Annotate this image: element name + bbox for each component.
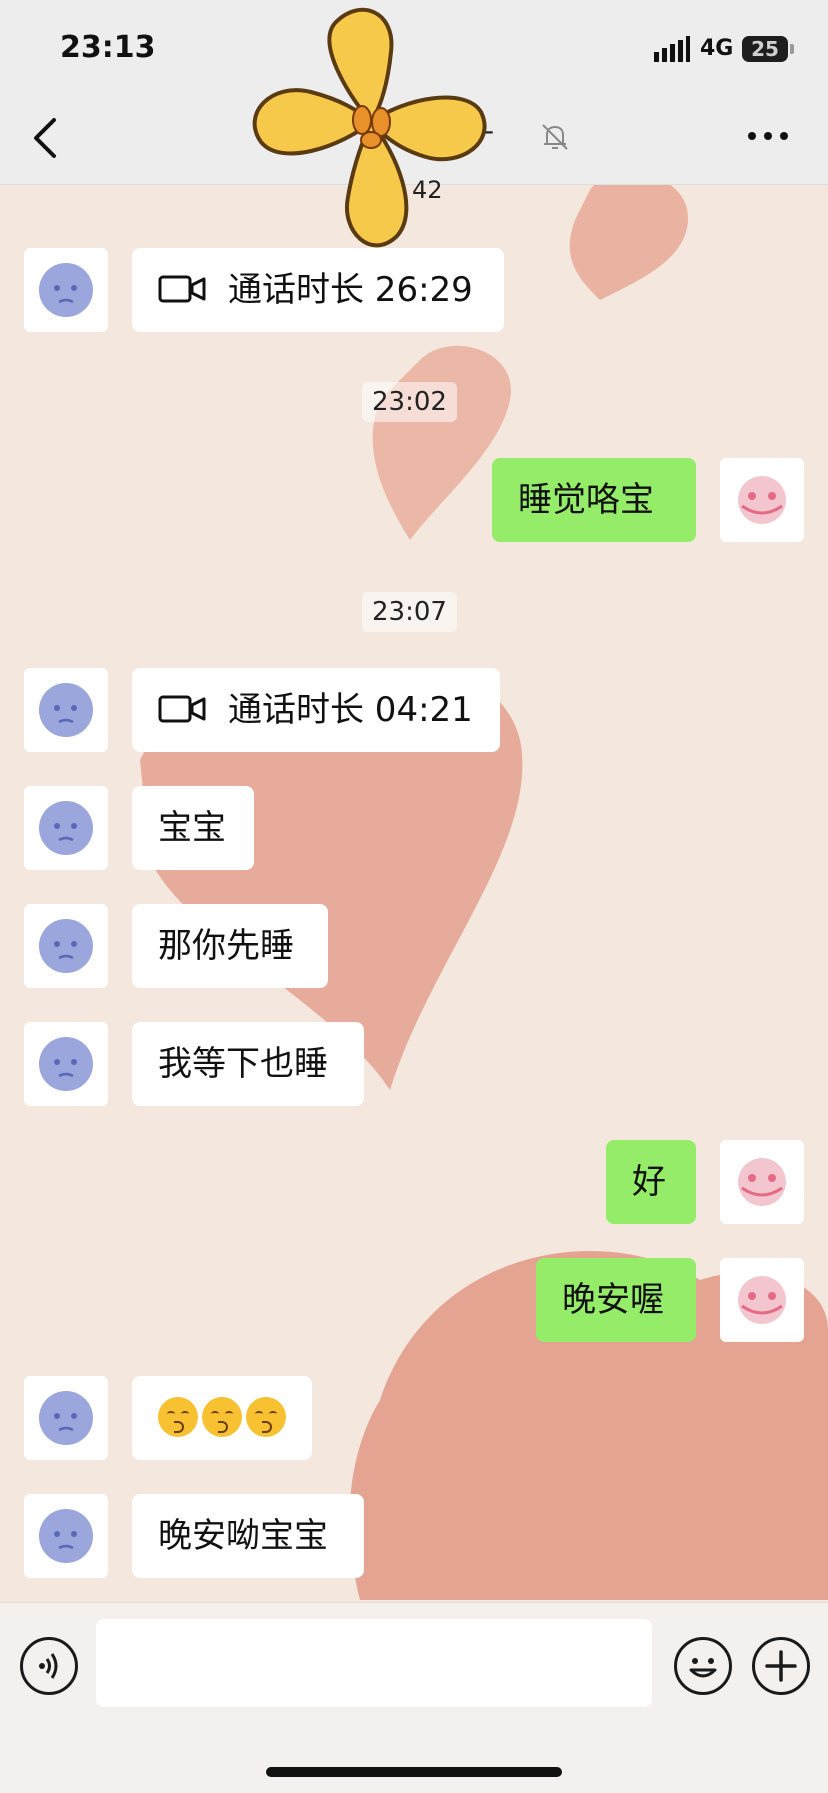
user-avatar-icon: [738, 476, 786, 524]
home-indicator: [266, 1767, 562, 1777]
kissing-face-icon: [158, 1396, 198, 1437]
contact-avatar-icon: [39, 683, 93, 737]
contact-avatar-icon: [39, 1037, 93, 1091]
incoming-message-bubble[interactable]: 宝宝: [132, 786, 254, 870]
signal-icon: [654, 36, 690, 62]
contact-avatar-icon: [39, 1391, 93, 1445]
avatar[interactable]: [24, 1494, 108, 1578]
user-avatar-icon: [738, 1158, 786, 1206]
avatar[interactable]: [24, 1376, 108, 1460]
avatar[interactable]: [24, 904, 108, 988]
my-avatar[interactable]: [720, 1140, 804, 1224]
battery-tip: [790, 44, 794, 54]
emoji-button[interactable]: [674, 1637, 732, 1695]
incoming-message-bubble[interactable]: 我等下也睡: [132, 1022, 364, 1106]
voice-icon: [39, 1653, 58, 1679]
call-record-bubble[interactable]: 通话时长 04:21: [132, 668, 500, 752]
timestamp: 23:07: [362, 592, 457, 632]
avatar[interactable]: [24, 248, 108, 332]
chevron-left-icon[interactable]: [28, 116, 64, 160]
voice-button[interactable]: [20, 1637, 78, 1695]
flower-sticker-icon: [252, 7, 487, 248]
call-duration: 通话时长 04:21: [228, 690, 473, 730]
outgoing-message-bubble[interactable]: 晚安喔: [536, 1258, 696, 1342]
incoming-message-bubble[interactable]: 晚安呦宝宝: [132, 1494, 364, 1578]
incoming-message-bubble[interactable]: 那你先睡: [132, 904, 328, 988]
avatar[interactable]: [24, 786, 108, 870]
plus-button[interactable]: [752, 1637, 810, 1695]
kissing-face-icon: [202, 1396, 242, 1437]
bell-off-icon: [542, 124, 568, 150]
plus-icon: [765, 1650, 797, 1682]
avatar[interactable]: [24, 668, 108, 752]
contact-avatar-icon: [39, 1509, 93, 1563]
emoji-icon: [689, 1658, 717, 1678]
more-dots-icon[interactable]: [746, 124, 790, 148]
network-label: 4G: [700, 36, 734, 61]
emoji-message-bubble[interactable]: [132, 1376, 312, 1460]
status-time: 23:13: [60, 30, 156, 65]
my-avatar[interactable]: [720, 458, 804, 542]
contact-avatar-icon: [39, 801, 93, 855]
outgoing-message-bubble[interactable]: 睡觉咯宝: [492, 458, 696, 542]
avatar[interactable]: [24, 1022, 108, 1106]
user-avatar-icon: [738, 1276, 786, 1324]
message-input[interactable]: [96, 1619, 652, 1707]
my-avatar[interactable]: [720, 1258, 804, 1342]
outgoing-message-bubble[interactable]: 好: [606, 1140, 696, 1224]
call-duration: 通话时长 26:29: [228, 270, 473, 310]
contact-avatar-icon: [39, 919, 93, 973]
timestamp: 23:02: [362, 382, 457, 422]
video-call-icon: [158, 695, 206, 722]
input-bar: [0, 1602, 828, 1793]
kissing-face-icon: [246, 1396, 286, 1437]
contact-avatar-icon: [39, 263, 93, 317]
battery-icon: 25: [742, 36, 788, 62]
video-call-icon: [158, 275, 206, 302]
